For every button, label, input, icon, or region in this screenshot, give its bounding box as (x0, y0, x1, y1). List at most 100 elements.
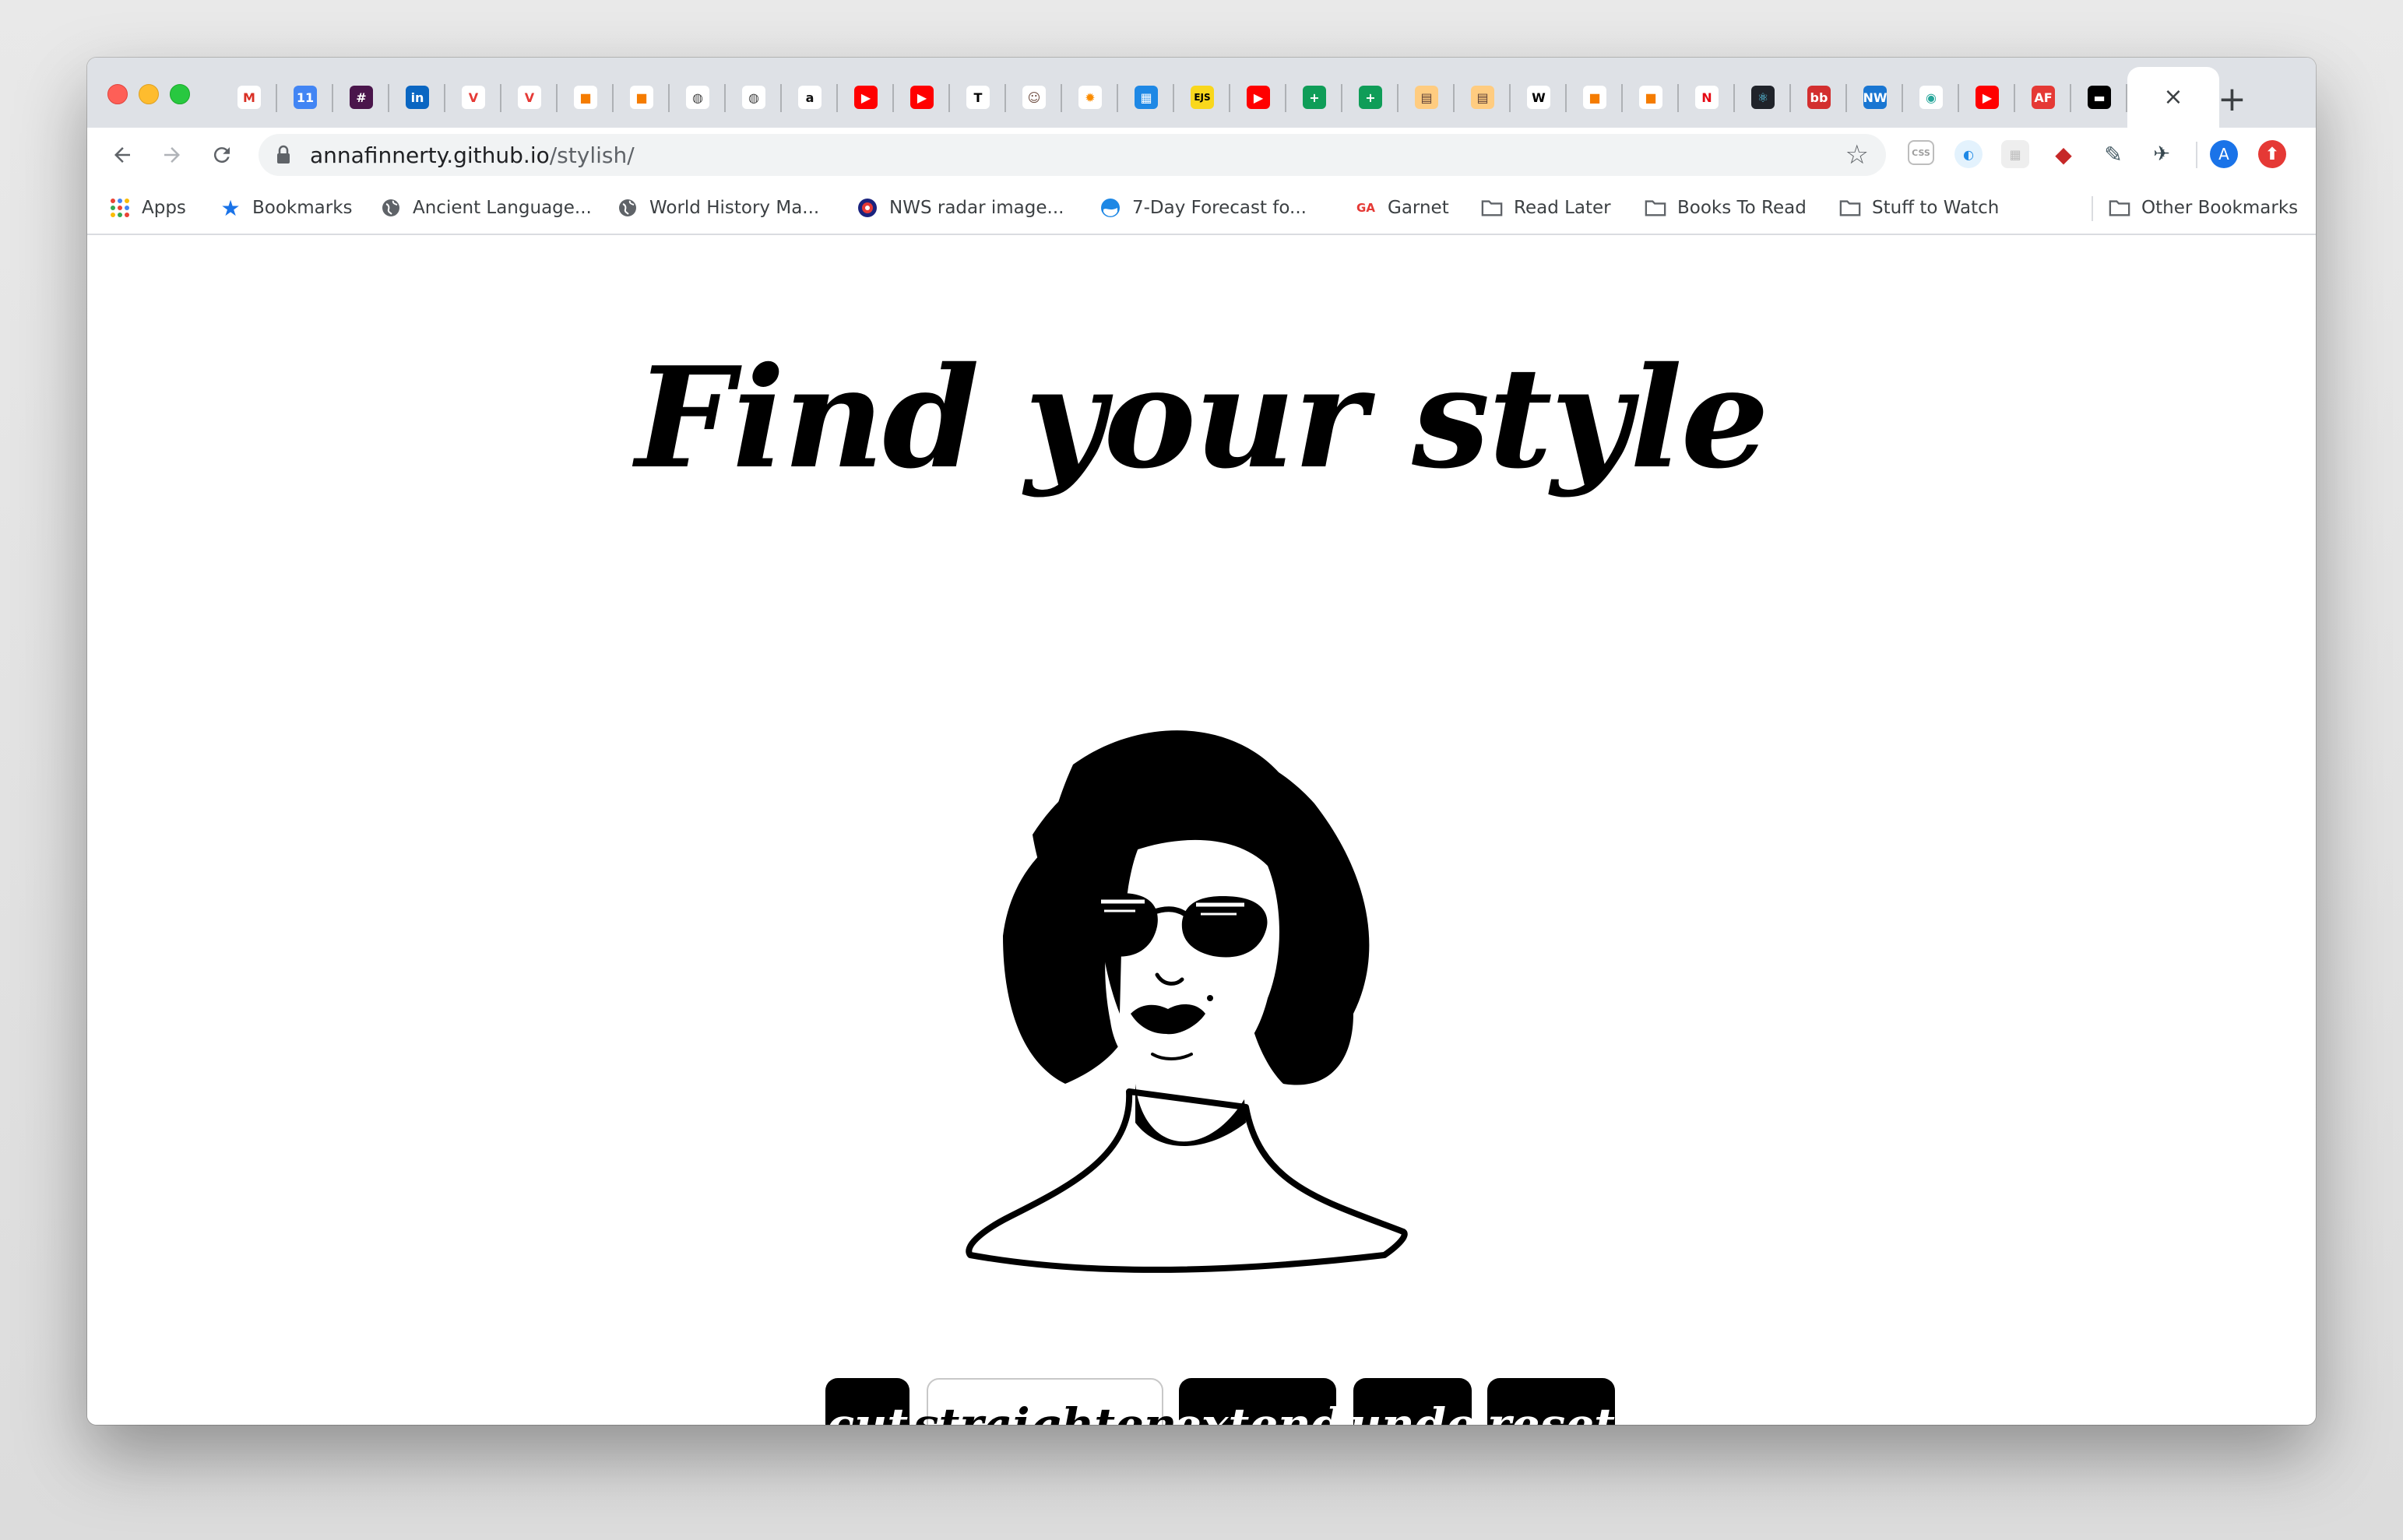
bookmark-star-icon[interactable]: ☆ (1845, 139, 1869, 171)
bookmark-label: Other Bookmarks (2141, 198, 2299, 218)
browser-tab[interactable]: a (782, 67, 838, 128)
youtube-icon: ▶ (1976, 86, 1999, 109)
browser-tab[interactable]: V (445, 67, 501, 128)
browser-tab[interactable]: # (333, 67, 389, 128)
extend-button[interactable]: extend (1173, 1378, 1342, 1425)
bookmark-label: Stuff to Watch (1872, 198, 2000, 218)
noaa-icon (1099, 197, 1121, 219)
globe-icon (617, 197, 639, 219)
bookmark-label: NWS radar image... (889, 198, 1064, 218)
folder-icon (1839, 197, 1861, 219)
orange-box-icon: ■ (1639, 86, 1662, 109)
youtube-icon: ▶ (854, 86, 878, 109)
browser-tab[interactable]: ▤ (1399, 67, 1455, 128)
straighten-button[interactable]: straighten (913, 1378, 1177, 1425)
browser-tab[interactable]: + (1342, 67, 1399, 128)
zoom-window-button[interactable] (170, 84, 190, 104)
reload-icon (213, 147, 230, 163)
bookmark-bookmarks[interactable]: ★ Bookmarks (220, 193, 352, 223)
browser-tab[interactable]: AF (2015, 67, 2071, 128)
bookmark-stuff-to-watch[interactable]: Stuff to Watch (1839, 193, 1999, 223)
close-tab-icon[interactable]: × (2163, 86, 2183, 109)
browser-tab[interactable]: ■ (558, 67, 614, 128)
bookmark-books-to-read[interactable]: Books To Read (1645, 193, 1807, 223)
browser-tab[interactable]: ▦ (1118, 67, 1174, 128)
reset-button[interactable]: reset (1487, 1378, 1615, 1425)
folder-icon (1645, 197, 1666, 219)
browser-tab[interactable]: ◍ (726, 67, 782, 128)
bookmark-7day-forecast[interactable]: 7-Day Forecast fo... (1099, 193, 1307, 223)
youtube-icon: ▶ (910, 86, 934, 109)
back-button[interactable] (104, 137, 140, 173)
bookmark-label: 7-Day Forecast fo... (1132, 198, 1307, 218)
bookmark-ancient-language[interactable]: Ancient Language... (380, 193, 592, 223)
new-tab-button[interactable]: + (2218, 83, 2246, 117)
ga-icon: GA (1356, 201, 1375, 215)
bookmark-world-history[interactable]: World History Ma... (617, 193, 819, 223)
bookmark-read-later[interactable]: Read Later (1481, 193, 1611, 223)
af-icon: AF (2032, 86, 2055, 109)
minimize-window-button[interactable] (139, 84, 159, 104)
browser-tab[interactable]: ✹ (1062, 67, 1118, 128)
ruby-extension-icon[interactable]: ◆ (2049, 140, 2078, 168)
bookmark-garnet[interactable]: GA Garnet (1355, 193, 1449, 223)
browser-tab[interactable]: ▬ (2071, 67, 2127, 128)
browser-tab[interactable]: ▶ (894, 67, 950, 128)
forward-button[interactable] (154, 137, 190, 173)
browser-tab[interactable]: + (1286, 67, 1342, 128)
forward-arrow-icon (164, 147, 180, 163)
close-window-button[interactable] (107, 84, 128, 104)
sheets-icon: + (1303, 86, 1326, 109)
browser-tab[interactable]: ◉ (1903, 67, 1959, 128)
reload-button[interactable] (204, 137, 240, 173)
youtube-icon: ▶ (1247, 86, 1270, 109)
browser-tab[interactable]: ▶ (1959, 67, 2015, 128)
browser-tab[interactable]: EJS (1174, 67, 1230, 128)
cut-button[interactable]: cut (825, 1378, 909, 1425)
bookmark-label: Apps (142, 198, 186, 218)
dark-tab-icon: ▬ (2088, 86, 2111, 109)
grid-extension-icon[interactable]: ▦ (2001, 140, 2029, 168)
update-icon[interactable]: ⬆ (2258, 140, 2286, 168)
browser-tab[interactable]: in (389, 67, 445, 128)
tab-strip: M 11 # in V V ■ ■ ◍ ◍ a ▶ ▶ T ☺ ✹ ▦ EJS ▶ + + ▤ ▤ W ■ ■ N ⚛ bb NW ◉ ▶ AF… (87, 58, 2316, 128)
bookmark-apps[interactable]: Apps (109, 193, 186, 223)
browser-tab[interactable]: ■ (1623, 67, 1679, 128)
browser-tab[interactable]: 11 (277, 67, 333, 128)
browser-tab[interactable]: M (221, 67, 277, 128)
eyedropper-extension-icon[interactable]: ✎ (2099, 140, 2127, 168)
book-icon: ▤ (1471, 86, 1494, 109)
ufo-extension-icon[interactable]: ✈ (2148, 140, 2176, 168)
browser-tab[interactable]: NW (1847, 67, 1903, 128)
browser-tab[interactable]: ▤ (1455, 67, 1511, 128)
browser-tab[interactable]: bb (1791, 67, 1847, 128)
book-icon: ▤ (1415, 86, 1438, 109)
browser-tab[interactable]: ◍ (670, 67, 726, 128)
browser-tab[interactable]: T (950, 67, 1006, 128)
browser-tab[interactable]: V (501, 67, 558, 128)
profile-avatar[interactable]: A (2210, 140, 2238, 168)
css-extension-icon[interactable]: CSS (1908, 140, 1934, 165)
bookmark-label: Read Later (1514, 198, 1611, 218)
bookmark-nws-radar[interactable]: NWS radar image... (857, 193, 1064, 223)
browser-tab[interactable]: ▶ (838, 67, 894, 128)
browser-tab[interactable]: ⚛ (1735, 67, 1791, 128)
bookmarks-divider (2092, 196, 2093, 221)
bookmarks-bar: Apps ★ Bookmarks Ancient Language... Wor… (87, 182, 2316, 235)
active-tab[interactable]: × (2127, 67, 2219, 128)
undo-button[interactable]: undo (1349, 1378, 1476, 1425)
browser-tab[interactable]: ■ (1567, 67, 1623, 128)
browser-tab[interactable]: ■ (614, 67, 670, 128)
react-icon: ⚛ (1751, 86, 1775, 109)
browser-tab[interactable]: W (1511, 67, 1567, 128)
circle-extension-icon[interactable]: ◐ (1954, 140, 1983, 168)
browser-tab[interactable]: ☺ (1006, 67, 1062, 128)
address-bar[interactable]: annafinnerty.github.io/stylish/ ☆ (259, 134, 1886, 176)
other-bookmarks[interactable]: Other Bookmarks (2109, 193, 2298, 223)
lock-icon (277, 145, 290, 163)
browser-tab[interactable]: ▶ (1230, 67, 1286, 128)
folder-icon (2109, 197, 2130, 219)
bookmark-label: World History Ma... (649, 198, 820, 218)
nytimes-icon: T (966, 86, 990, 109)
browser-tab[interactable]: N (1679, 67, 1735, 128)
